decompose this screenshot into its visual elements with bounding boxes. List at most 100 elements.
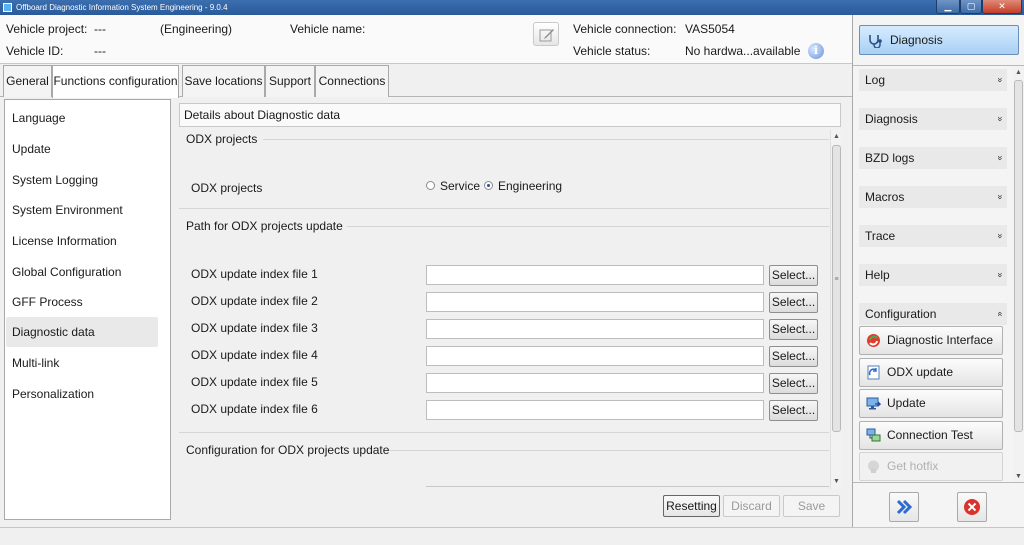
nav-item-system-logging[interactable]: System Logging (6, 165, 158, 195)
nav-item-license-information[interactable]: License Information (6, 226, 158, 256)
config-group-title: Configuration for ODX projects update (186, 443, 390, 457)
tab-general[interactable]: General (3, 65, 52, 97)
section-diagnosis-label: Diagnosis (865, 112, 918, 126)
connection-value: VAS5054 (685, 22, 735, 36)
index-file-2-input[interactable] (426, 292, 764, 312)
odx-update-button[interactable]: ODX update (859, 358, 1003, 387)
config-navigation: Language Update System Logging System En… (4, 99, 171, 520)
chevron-down-icon: » (995, 155, 1006, 161)
details-panel: Details about Diagnostic data ODX projec… (179, 103, 841, 489)
scroll-down-arrow[interactable]: ▼ (831, 476, 842, 487)
window-title: Offboard Diagnostic Information System E… (16, 3, 228, 12)
status-bar (0, 527, 1024, 545)
save-button[interactable]: Save (783, 495, 840, 517)
project-type: (Engineering) (160, 22, 233, 36)
nav-item-update[interactable]: Update (6, 134, 158, 164)
forward-button[interactable] (889, 492, 919, 522)
group-divider (179, 208, 829, 209)
nav-item-gff-process[interactable]: GFF Process (6, 287, 158, 317)
scroll-up-arrow[interactable]: ▲ (1013, 67, 1024, 78)
group-divider (347, 226, 829, 227)
nav-item-language[interactable]: Language (6, 103, 158, 133)
update-label: Update (887, 396, 926, 410)
maximize-button[interactable]: ▢ (960, 0, 982, 14)
status-label: Vehicle status: (573, 44, 651, 58)
nav-item-multi-link[interactable]: Multi-link (6, 348, 158, 378)
index-file-3-input[interactable] (426, 319, 764, 339)
index-file-1-label: ODX update index file 1 (191, 267, 318, 281)
odx-projects-group-title: ODX projects (186, 132, 258, 146)
details-scrollbar[interactable]: ▲ ▼ (830, 130, 841, 489)
select-index-file-6-button[interactable]: Select... (769, 400, 818, 421)
minimize-button[interactable]: ▁ (936, 0, 960, 14)
section-log[interactable]: Log » (859, 69, 1007, 91)
section-diagnosis[interactable]: Diagnosis » (859, 108, 1007, 130)
vehicle-header: Vehicle project: --- (Engineering) Vehic… (0, 15, 852, 64)
connection-test-button[interactable]: Connection Test (859, 421, 1003, 450)
nav-item-personalization[interactable]: Personalization (6, 379, 158, 409)
connection-label: Vehicle connection: (573, 22, 677, 36)
update-button[interactable]: Update (859, 389, 1003, 418)
section-bzd-logs[interactable]: BZD logs » (859, 147, 1007, 169)
close-button[interactable]: ✕ (982, 0, 1022, 14)
right-panel: Diagnosis Log » Diagnosis » BZD logs » Macr… (852, 15, 1024, 527)
tab-save-locations[interactable]: Save locations (182, 65, 265, 97)
scroll-thumb[interactable] (832, 145, 841, 432)
section-macros-label: Macros (865, 190, 905, 204)
select-index-file-4-button[interactable]: Select... (769, 346, 818, 367)
engineering-radio-label[interactable]: Engineering (498, 179, 562, 193)
section-help[interactable]: Help » (859, 264, 1007, 286)
vehicle-project-value: --- (94, 22, 106, 36)
select-index-file-5-button[interactable]: Select... (769, 373, 818, 394)
get-hotfix-button[interactable]: Get hotfix (859, 452, 1003, 481)
status-value: No hardwa...available (685, 44, 801, 58)
nav-item-global-configuration[interactable]: Global Configuration (6, 257, 158, 287)
details-caption: Details about Diagnostic data (179, 103, 841, 127)
vehicle-project-label: Vehicle project: (6, 22, 88, 36)
index-file-1-input[interactable] (426, 265, 764, 285)
right-panel-scroll: Log » Diagnosis » BZD logs » Macros » Trace »… (853, 65, 1024, 483)
discard-button[interactable]: Discard (723, 495, 780, 517)
section-trace[interactable]: Trace » (859, 225, 1007, 247)
index-file-5-input[interactable] (426, 373, 764, 393)
section-help-label: Help (865, 268, 890, 282)
diagnosis-button[interactable]: Diagnosis (859, 25, 1019, 55)
index-file-4-label: ODX update index file 4 (191, 348, 318, 362)
section-macros[interactable]: Macros » (859, 186, 1007, 208)
section-log-label: Log (865, 73, 886, 87)
select-index-file-3-button[interactable]: Select... (769, 319, 818, 340)
info-icon[interactable]: i (808, 43, 824, 59)
chevron-down-icon: » (995, 272, 1006, 278)
right-panel-scrollbar[interactable]: ▲ ▼ (1013, 66, 1024, 482)
nav-item-system-environment[interactable]: System Environment (6, 195, 158, 225)
index-file-6-input[interactable] (426, 400, 764, 420)
index-file-3-label: ODX update index file 3 (191, 321, 318, 335)
index-file-4-input[interactable] (426, 346, 764, 366)
nav-item-diagnostic-data[interactable]: Diagnostic data (6, 317, 158, 347)
update-icon (866, 397, 881, 410)
tab-support[interactable]: Support (265, 65, 315, 97)
chevron-down-icon: » (995, 194, 1006, 200)
scroll-thumb[interactable] (1014, 80, 1023, 432)
service-radio-label[interactable]: Service (440, 179, 480, 193)
section-configuration[interactable]: Configuration « (859, 303, 1007, 325)
tab-functions-configuration[interactable]: Functions configuration (52, 65, 179, 98)
connection-test-icon (866, 428, 881, 442)
scroll-down-arrow[interactable]: ▼ (1013, 471, 1024, 482)
engineering-radio[interactable] (484, 181, 493, 190)
index-file-2-label: ODX update index file 2 (191, 294, 318, 308)
select-index-file-1-button[interactable]: Select... (769, 265, 818, 286)
connection-test-label: Connection Test (887, 428, 973, 442)
edit-vehicle-button[interactable] (533, 22, 559, 46)
stethoscope-icon (869, 34, 882, 48)
diagnostic-interface-button[interactable]: Diagnostic Interface (859, 326, 1003, 355)
tab-connections[interactable]: Connections (315, 65, 389, 97)
index-file-6-label: ODX update index file 6 (191, 402, 318, 416)
exit-button[interactable] (957, 492, 987, 522)
scroll-up-arrow[interactable]: ▲ (831, 131, 842, 142)
service-radio[interactable] (426, 181, 435, 190)
select-index-file-2-button[interactable]: Select... (769, 292, 818, 313)
chevron-up-icon: « (995, 311, 1006, 317)
resetting-button[interactable]: Resetting (663, 495, 720, 517)
vehicle-id-value: --- (94, 44, 106, 58)
